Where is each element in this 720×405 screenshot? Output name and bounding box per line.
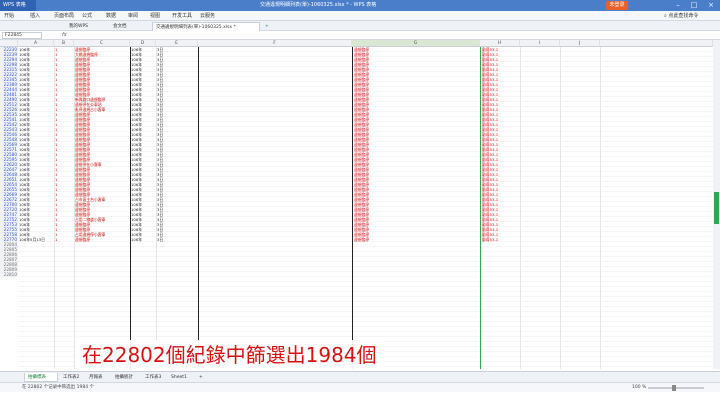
bottom-strip — [0, 392, 720, 405]
select-all-corner[interactable] — [0, 40, 18, 47]
add-sheet-icon[interactable]: + — [196, 373, 204, 382]
column-header-rest — [600, 40, 713, 47]
filter-result-caption: 在22802個紀錄中篩選出1984個 — [76, 340, 383, 371]
column-header-i[interactable]: I — [520, 40, 560, 47]
status-bar: 在 22802 个记录中筛选出 1984 个 100 % — [0, 382, 720, 392]
title-bar: WPS 表格 交通違規明細列表(單)-1060325.xlsx * - WPS … — [0, 0, 720, 11]
col-divider — [352, 47, 353, 369]
col-divider — [480, 47, 481, 369]
window-title: 交通違規明細列表(單)-1060325.xlsx * - WPS 表格 — [260, 2, 377, 8]
menu-developer[interactable]: 开发工具 — [172, 11, 192, 21]
login-button[interactable]: 未登录 — [606, 1, 628, 10]
sheet-tab-5[interactable]: 工作表3 — [142, 373, 166, 382]
search-command[interactable]: ⌕ 点此查找命令 — [664, 11, 698, 21]
row-number[interactable]: 22810 — [0, 272, 18, 277]
column-header-a[interactable]: A — [18, 40, 54, 47]
zoom-slider[interactable] — [648, 387, 704, 389]
sheet-tab-bar: 拍攝標表 工作表2 月報表 拍攝統計 工作表3 Sheet1 + — [0, 371, 720, 382]
col-divider — [600, 47, 601, 369]
name-box[interactable]: F22845 — [2, 32, 42, 39]
menu-home[interactable]: 开始 — [4, 11, 14, 21]
menu-data[interactable]: 数据 — [106, 11, 116, 21]
sheet-tab-2[interactable]: 工作表2 — [60, 373, 84, 382]
column-header-j[interactable]: J — [560, 40, 600, 47]
new-tab-icon[interactable]: + — [262, 22, 270, 31]
table-cell-f[interactable]: 違規臨停 — [354, 237, 394, 242]
sheet-tab-4[interactable]: 拍攝統計 — [112, 373, 140, 382]
menu-view[interactable]: 视图 — [150, 11, 160, 21]
fx-icon[interactable]: fx — [62, 31, 67, 40]
tab-my-wps[interactable]: 我的WPS — [66, 22, 106, 31]
column-header-c[interactable]: C — [74, 40, 130, 47]
table-cell-d[interactable]: 106年 — [131, 237, 155, 242]
table-cell-b[interactable]: 1 — [55, 237, 73, 242]
tab-docs[interactable]: 会文档 — [110, 22, 150, 31]
document-tab-bar: 我的WPS 会文档 交通違規明細列表(單)-1060325.xlsx * + — [0, 21, 720, 31]
column-header-g[interactable]: G — [352, 40, 480, 47]
sheet-tab-3[interactable]: 月報表 — [86, 373, 110, 382]
column-header-d[interactable]: D — [130, 40, 156, 47]
table-cell-e[interactable]: 3日 — [157, 237, 169, 242]
app-menu-button[interactable]: WPS 表格 — [0, 0, 36, 11]
col-divider — [520, 47, 521, 369]
column-header-f[interactable]: F — [198, 40, 352, 47]
formula-bar: F22845 fx — [0, 31, 720, 40]
search-command-label: 点此查找命令 — [668, 13, 699, 19]
table-cell-g[interactable]: 勸導53-1 — [482, 237, 518, 242]
menu-page-layout[interactable]: 页面布局 — [54, 11, 74, 21]
scrollbar-thumb[interactable] — [714, 192, 719, 224]
column-header-e[interactable]: E — [156, 40, 198, 47]
menu-review[interactable]: 审阅 — [128, 11, 138, 21]
menu-formula[interactable]: 公式 — [82, 11, 92, 21]
menu-insert[interactable]: 插入 — [30, 11, 40, 21]
tab-current-workbook[interactable]: 交通違規明細列表(單)-1060325.xlsx * — [152, 22, 260, 31]
table-cell-c[interactable]: 違規臨停 — [75, 237, 129, 242]
column-header-h[interactable]: H — [480, 40, 520, 47]
menu-cloud[interactable]: 云服务 — [200, 11, 215, 21]
close-icon[interactable]: × — [705, 0, 717, 11]
maximize-icon[interactable]: □ — [688, 0, 700, 11]
search-icon: ⌕ — [664, 13, 667, 19]
sheet-tab-6[interactable]: Sheet1 — [168, 373, 194, 382]
menu-bar: 开始 插入 页面布局 公式 数据 审阅 视图 开发工具 云服务 ⌕ 点此查找命令 — [0, 11, 720, 21]
zoom-slider-handle[interactable] — [672, 385, 676, 391]
minimize-icon[interactable]: – — [672, 0, 684, 11]
sheet-tab-1[interactable]: 拍攝標表 — [24, 373, 58, 382]
col-divider — [198, 47, 199, 369]
col-divider — [560, 47, 561, 369]
table-cell-a[interactable]: 106年5月13日 — [19, 237, 53, 242]
column-header-b[interactable]: B — [54, 40, 74, 47]
